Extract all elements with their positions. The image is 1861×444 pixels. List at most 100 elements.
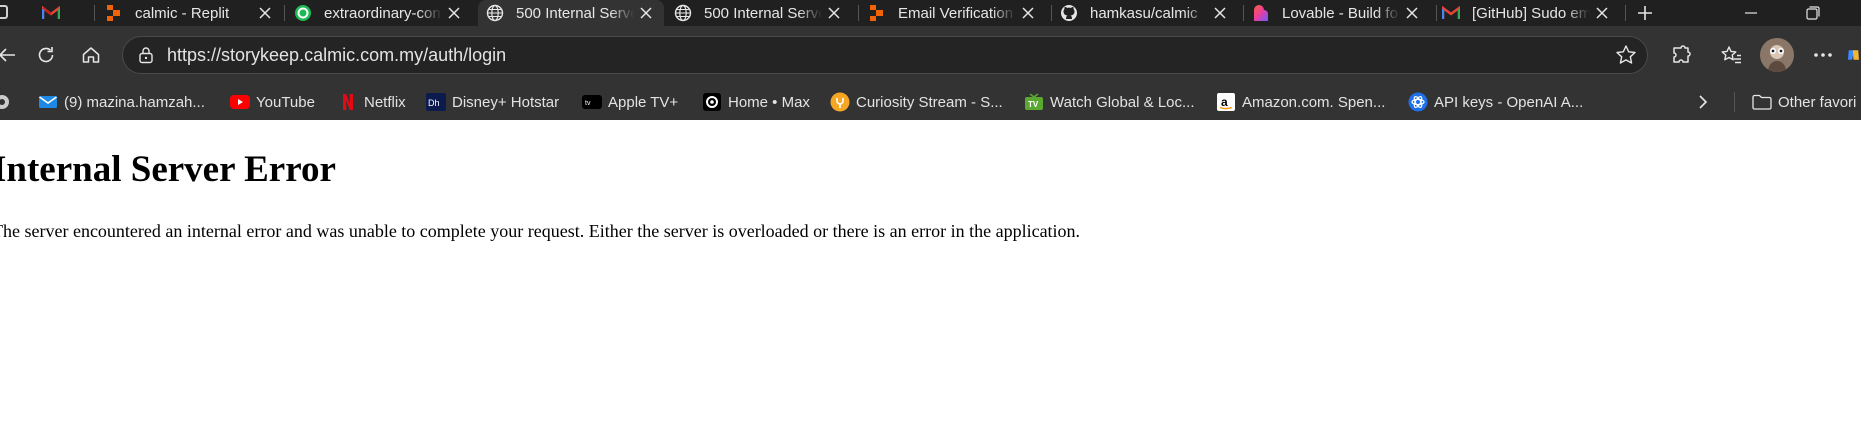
- close-tab-icon[interactable]: [1590, 1, 1614, 25]
- tab-title: calmic - Replit: [135, 4, 230, 22]
- refresh-button[interactable]: [29, 38, 63, 72]
- close-tab-icon[interactable]: [442, 1, 466, 25]
- tab-title: [GitHub] Sudo em: [1472, 4, 1590, 22]
- bookmark-label: API keys - OpenAI A...: [1434, 93, 1584, 111]
- tab-gmail[interactable]: [40, 0, 90, 26]
- bookmark-label: Apple TV+: [608, 93, 679, 111]
- tab-replit-calmic[interactable]: calmic - Replit: [103, 0, 283, 26]
- favorite-star-icon[interactable]: [1615, 44, 1637, 71]
- other-favorites-folder[interactable]: Other favori: [1752, 84, 1856, 120]
- url-text[interactable]: https://storykeep.calmic.com.my/auth/log…: [167, 45, 506, 66]
- bookmark-label: Curiosity Stream - S...: [856, 93, 1003, 111]
- extensions-button[interactable]: [1664, 38, 1698, 72]
- svg-text:TV: TV: [1028, 100, 1039, 109]
- chevron-right-icon: [1699, 95, 1708, 109]
- globe-icon: [484, 2, 506, 24]
- close-tab-icon[interactable]: [634, 1, 658, 25]
- svg-text:tv: tv: [585, 100, 591, 107]
- tab-title: extraordinary-con: [324, 4, 441, 22]
- mail-icon: [38, 92, 58, 112]
- bookmark-label: Watch Global & Loc...: [1050, 93, 1195, 111]
- error-message: The server encountered an internal error…: [0, 221, 1081, 241]
- bookmark-label: Netflix: [364, 93, 406, 111]
- bookmark-watch-global[interactable]: TV Watch Global & Loc...: [1024, 84, 1195, 120]
- puzzle-icon: [1673, 45, 1691, 63]
- tab-github-calmic[interactable]: hamkasu/calmic: [1058, 0, 1238, 26]
- address-bar[interactable]: https://storykeep.calmic.com.my/auth/log…: [122, 36, 1648, 74]
- restore-icon: [1806, 6, 1820, 20]
- error-heading: Internal Server Error: [0, 149, 336, 190]
- profile-avatar[interactable]: [1760, 38, 1794, 72]
- bookmark-label: Home • Max: [728, 93, 810, 111]
- svg-text:a: a: [1221, 95, 1228, 109]
- back-button[interactable]: [0, 38, 24, 72]
- home-button[interactable]: [74, 38, 108, 72]
- bookmarks-overflow-button[interactable]: [1698, 84, 1708, 120]
- openai-icon: [1408, 92, 1428, 112]
- bookmarks-divider: [1734, 92, 1735, 112]
- bookmark-curiosity[interactable]: Curiosity Stream - S...: [830, 84, 1003, 120]
- bookmark-openai[interactable]: API keys - OpenAI A...: [1408, 84, 1583, 120]
- lovable-icon: [1250, 2, 1272, 24]
- tab-title: hamkasu/calmic: [1090, 4, 1198, 22]
- tab-strip: calmic - Replit extraordinary-con 500 In…: [0, 0, 1861, 26]
- close-tab-icon[interactable]: [1208, 1, 1232, 25]
- bookmark-max[interactable]: Home • Max: [702, 84, 810, 120]
- tab-actions-icon[interactable]: [0, 5, 8, 19]
- page-content: Internal Server Error The server encount…: [0, 120, 1861, 444]
- amazon-icon: a: [1216, 92, 1236, 112]
- bookmarks-bar: (9) mazina.hamzah... YouTube Netflix Dh …: [0, 84, 1861, 120]
- bookmark-amazon[interactable]: a Amazon.com. Spen...: [1216, 84, 1385, 120]
- globe-icon: [672, 2, 694, 24]
- close-tab-icon[interactable]: [1016, 1, 1040, 25]
- copilot-icon: [1848, 50, 1859, 60]
- refresh-icon: [38, 47, 54, 63]
- gmail-icon: [1440, 2, 1462, 24]
- tab-500[interactable]: 500 Internal Serve: [672, 0, 852, 26]
- bookmark-hotstar[interactable]: Dh Disney+ Hotstar: [426, 84, 559, 120]
- tab-extraordinary[interactable]: extraordinary-con: [292, 0, 472, 26]
- replit-icon: [866, 2, 888, 24]
- bookmark-appletv[interactable]: tv Apple TV+: [582, 84, 678, 120]
- tab-title: 500 Internal Serve: [704, 4, 822, 22]
- svg-text:Dh: Dh: [428, 98, 440, 108]
- tab-title: 500 Internal Serve: [516, 4, 634, 22]
- restore-button[interactable]: [1790, 0, 1836, 26]
- close-tab-icon[interactable]: [1400, 1, 1424, 25]
- tab-title: Email Verification: [898, 4, 1014, 22]
- favorites-button[interactable]: [1714, 38, 1748, 72]
- replit-icon: [103, 2, 125, 24]
- folder-icon: [1752, 92, 1772, 112]
- spotify-icon: [292, 2, 314, 24]
- browser-toolbar: https://storykeep.calmic.com.my/auth/log…: [0, 26, 1861, 84]
- bookmark-youtube[interactable]: YouTube: [230, 84, 315, 120]
- minimize-button[interactable]: [1728, 0, 1774, 26]
- tv-icon: TV: [1024, 92, 1044, 112]
- close-tab-icon[interactable]: [822, 1, 846, 25]
- more-dots-icon: [1814, 53, 1832, 57]
- bookmark-mail[interactable]: (9) mazina.hamzah...: [38, 84, 205, 120]
- home-icon: [82, 47, 100, 63]
- bookmark-label: YouTube: [256, 93, 315, 111]
- tab-github-sudo[interactable]: [GitHub] Sudo em: [1440, 0, 1620, 26]
- copilot-button[interactable]: [1846, 38, 1861, 72]
- bookmark-label: Disney+ Hotstar: [452, 93, 560, 111]
- bookmark-partial[interactable]: [0, 84, 18, 120]
- close-tab-icon[interactable]: [253, 1, 277, 25]
- curiosity-icon: [830, 92, 850, 112]
- netflix-icon: [338, 92, 358, 112]
- tab-title: Lovable - Build fo: [1282, 4, 1398, 22]
- bookmark-icon: [0, 92, 12, 112]
- youtube-icon: [230, 92, 250, 112]
- tab-lovable[interactable]: Lovable - Build fo: [1250, 0, 1430, 26]
- appletv-icon: tv: [582, 92, 602, 112]
- tab-500-active[interactable]: 500 Internal Serve: [478, 0, 664, 26]
- bookmark-label: (9) mazina.hamzah...: [64, 93, 205, 111]
- bookmark-netflix[interactable]: Netflix: [338, 84, 406, 120]
- settings-more-button[interactable]: [1806, 38, 1840, 72]
- favorites-list-icon: [1721, 46, 1741, 64]
- tab-email-verification[interactable]: Email Verification: [866, 0, 1046, 26]
- new-tab-button[interactable]: [1630, 0, 1660, 26]
- site-info-icon[interactable]: [131, 46, 161, 64]
- max-icon: [702, 92, 722, 112]
